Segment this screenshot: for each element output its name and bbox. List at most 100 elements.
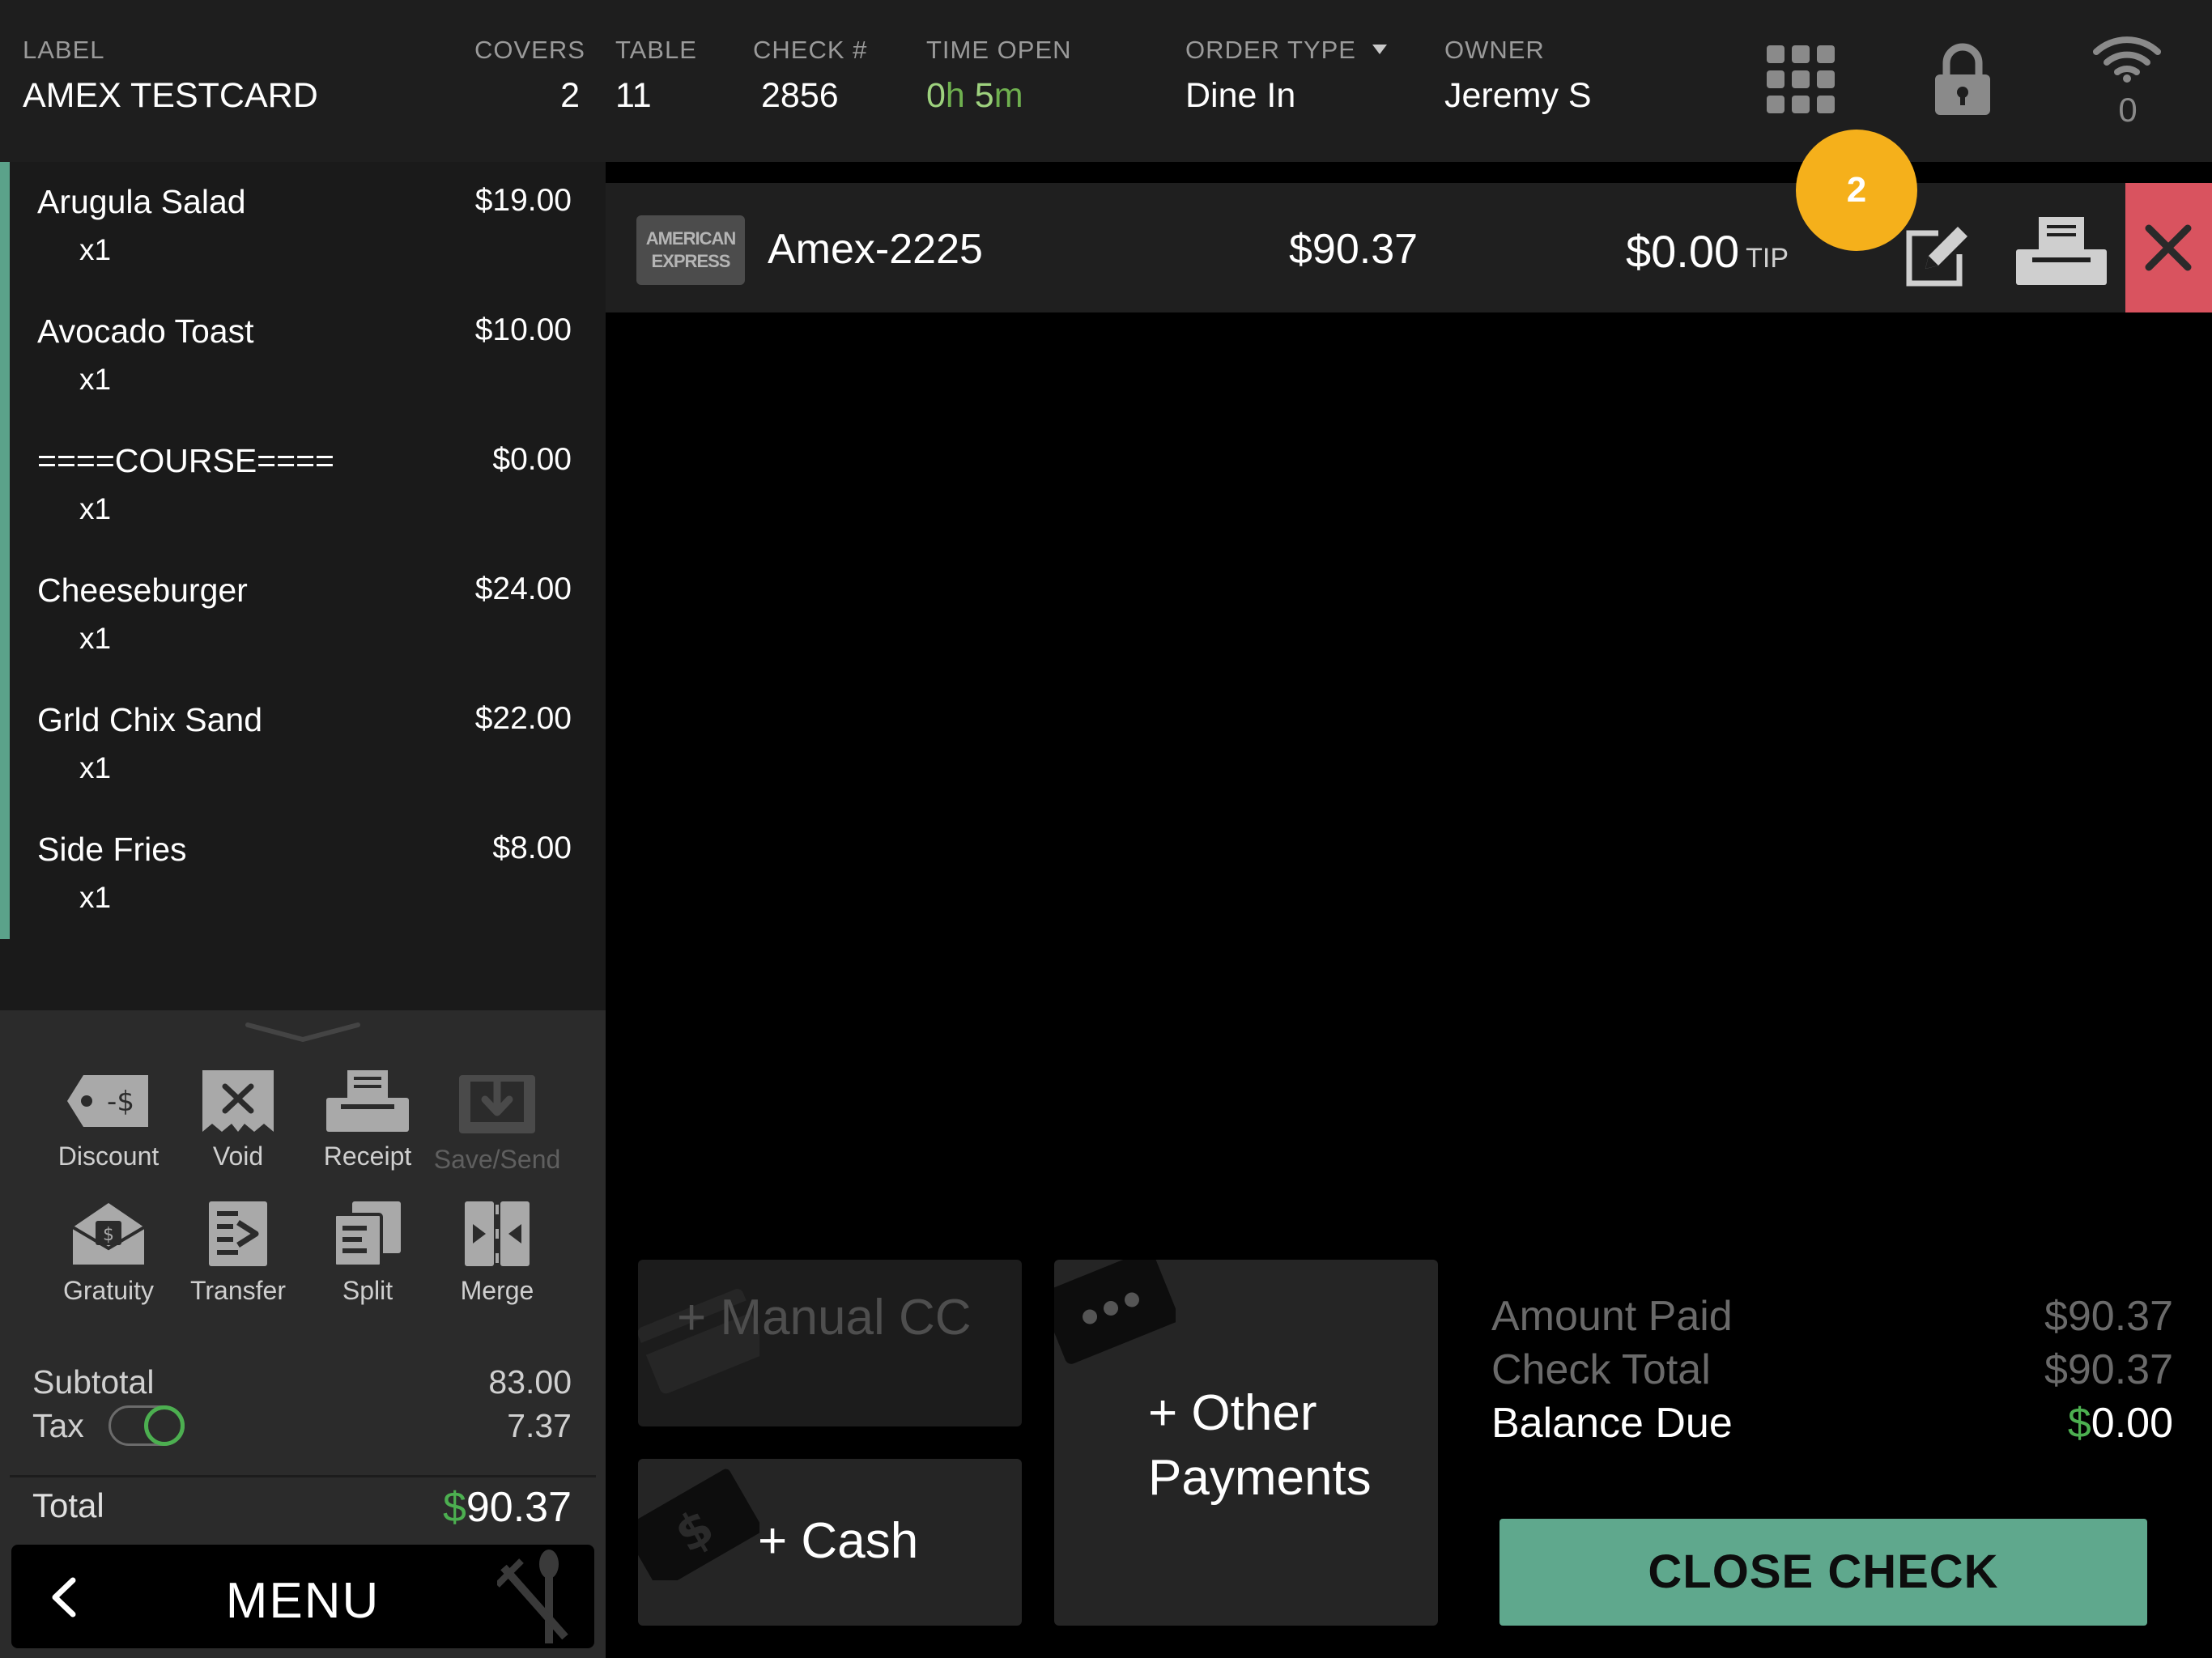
item-name: Arugula Salad: [37, 183, 246, 220]
manual-cc-button[interactable]: + Manual CC: [638, 1260, 1022, 1426]
time-open-value: 0h 5m: [926, 76, 1072, 116]
order-accent-bar: [0, 162, 10, 939]
total-amount: 90.37: [466, 1484, 572, 1531]
table-field[interactable]: TABLE 11: [615, 36, 697, 116]
time-open-minutes: 5: [974, 76, 994, 115]
time-open-minutes-unit: m: [993, 76, 1023, 115]
owner-field[interactable]: OWNER Jeremy S: [1444, 36, 1592, 116]
other-payments-button[interactable]: + Other Payments: [1054, 1260, 1438, 1626]
time-open-hours-unit: h: [945, 76, 965, 115]
item-qty: x1: [79, 751, 112, 784]
void-label: Void: [212, 1141, 264, 1171]
other-payments-line1: + Other: [1148, 1385, 1317, 1441]
amount-paid-label: Amount Paid: [1491, 1293, 1733, 1340]
tax-toggle[interactable]: [108, 1405, 185, 1446]
split-label: Split: [342, 1276, 393, 1305]
order-item[interactable]: Grld Chix Sand $22.00 x1: [37, 680, 572, 810]
subtotal-value: 83.00: [488, 1363, 572, 1401]
cash-bill-icon: $: [638, 1469, 759, 1580]
order-item[interactable]: Arugula Salad $19.00 x1: [37, 162, 572, 291]
time-open-caption: TIME OPEN: [926, 36, 1072, 64]
check-number-field: CHECK # 2856: [753, 36, 867, 116]
balance-due-amount: 0.00: [2091, 1400, 2173, 1447]
total-currency: $: [442, 1484, 466, 1531]
more-dots-icon: [1054, 1260, 1176, 1364]
order-item[interactable]: Avocado Toast $10.00 x1: [37, 291, 572, 421]
order-type-dropdown[interactable]: ORDER TYPE Dine In: [1185, 36, 1387, 116]
wifi-count: 0: [2118, 91, 2138, 129]
item-price: $10.00: [474, 312, 572, 347]
item-qty: x1: [79, 622, 112, 655]
order-item[interactable]: Cheeseburger $24.00 x1: [37, 551, 572, 680]
cash-button[interactable]: $ + Cash: [638, 1459, 1022, 1626]
payment-row[interactable]: AMERICAN EXPRESS Amex-2225 $90.37 $0.00 T…: [606, 183, 2212, 312]
merge-icon: [465, 1201, 530, 1266]
order-item[interactable]: ====COURSE==== $0.00 x1: [37, 421, 572, 551]
check-total-value: $90.37: [2044, 1346, 2173, 1393]
split-icon: [333, 1201, 401, 1268]
transfer-label: Transfer: [190, 1276, 286, 1305]
close-check-button[interactable]: CLOSE CHECK: [1499, 1519, 2147, 1626]
item-qty: x1: [79, 363, 112, 396]
remove-payment-button[interactable]: [2125, 183, 2212, 312]
notification-badge[interactable]: 2: [1796, 130, 1917, 251]
dropdown-caret-icon: [1372, 44, 1387, 54]
order-type-caption-text: ORDER TYPE: [1185, 36, 1356, 64]
merge-button[interactable]: Merge: [432, 1200, 562, 1306]
order-type-caption: ORDER TYPE: [1185, 36, 1387, 65]
void-receipt-icon: [202, 1070, 274, 1132]
order-type-value: Dine In: [1185, 76, 1296, 115]
tax-value: 7.37: [507, 1407, 572, 1444]
discount-tag-icon: -$: [67, 1075, 148, 1127]
tax-label: Tax: [32, 1407, 84, 1444]
cash-label: + Cash: [758, 1513, 919, 1569]
gratuity-envelope-icon: $: [71, 1203, 146, 1265]
merge-label: Merge: [460, 1276, 534, 1305]
save-send-button[interactable]: Save/Send: [432, 1069, 562, 1175]
lock-icon[interactable]: [1933, 42, 1992, 117]
discount-icon-text: -$: [107, 1086, 134, 1118]
menu-button[interactable]: MENU: [11, 1545, 594, 1648]
receipt-button[interactable]: Receipt: [303, 1069, 432, 1171]
item-name: Avocado Toast: [37, 312, 254, 350]
order-items-list[interactable]: Arugula Salad $19.00 x1 Avocado Toast $1…: [0, 162, 606, 1010]
discount-button[interactable]: -$ Discount: [44, 1069, 173, 1171]
item-name: ====COURSE====: [37, 442, 334, 479]
card-logo-line1: AMERICAN: [645, 228, 737, 249]
transfer-button[interactable]: Transfer: [173, 1200, 303, 1306]
covers-caption: COVERS: [474, 36, 585, 64]
check-total-label: Check Total: [1491, 1346, 1711, 1393]
covers-field[interactable]: COVERS 2: [474, 36, 585, 116]
tax-toggle-knob: [144, 1405, 185, 1446]
print-receipt-icon[interactable]: [2013, 215, 2110, 288]
transfer-icon: [209, 1201, 267, 1266]
item-qty: x1: [79, 233, 112, 266]
owner-caption: OWNER: [1444, 36, 1545, 64]
item-price: $19.00: [474, 183, 572, 218]
gratuity-button[interactable]: $ Gratuity: [44, 1200, 173, 1306]
chevron-down-icon[interactable]: [245, 1020, 361, 1044]
void-button[interactable]: Void: [173, 1069, 303, 1171]
label-field[interactable]: LABEL AMEX TESTCARD: [23, 36, 318, 116]
split-button[interactable]: Split: [303, 1200, 432, 1306]
wifi-icon[interactable]: [2093, 34, 2161, 83]
tip-amount[interactable]: $0.00 TIP: [1626, 225, 1789, 278]
edit-icon[interactable]: [1901, 219, 1974, 291]
owner-value: Jeremy S: [1444, 76, 1592, 115]
tip-label: TIP: [1746, 243, 1789, 274]
receipt-label: Receipt: [323, 1141, 412, 1171]
time-open-field: TIME OPEN 0h 5m: [926, 36, 1072, 116]
amex-card-logo: AMERICAN EXPRESS: [636, 215, 745, 285]
svg-text:$: $: [103, 1225, 114, 1245]
item-name: Side Fries: [37, 831, 187, 868]
label-value: AMEX TESTCARD: [23, 76, 318, 115]
printer-icon: [326, 1070, 409, 1132]
check-actions-panel: -$ Discount Void Receipt Save/Send $ Gra…: [0, 1010, 606, 1658]
close-icon: [2145, 224, 2192, 271]
total-value: $90.37: [443, 1483, 572, 1532]
item-price: $0.00: [492, 442, 572, 477]
other-payments-line2: Payments: [1148, 1450, 1372, 1506]
order-item[interactable]: Side Fries $8.00 x1: [37, 810, 572, 939]
app-grid-icon[interactable]: [1767, 45, 1835, 113]
item-price: $22.00: [474, 701, 572, 736]
